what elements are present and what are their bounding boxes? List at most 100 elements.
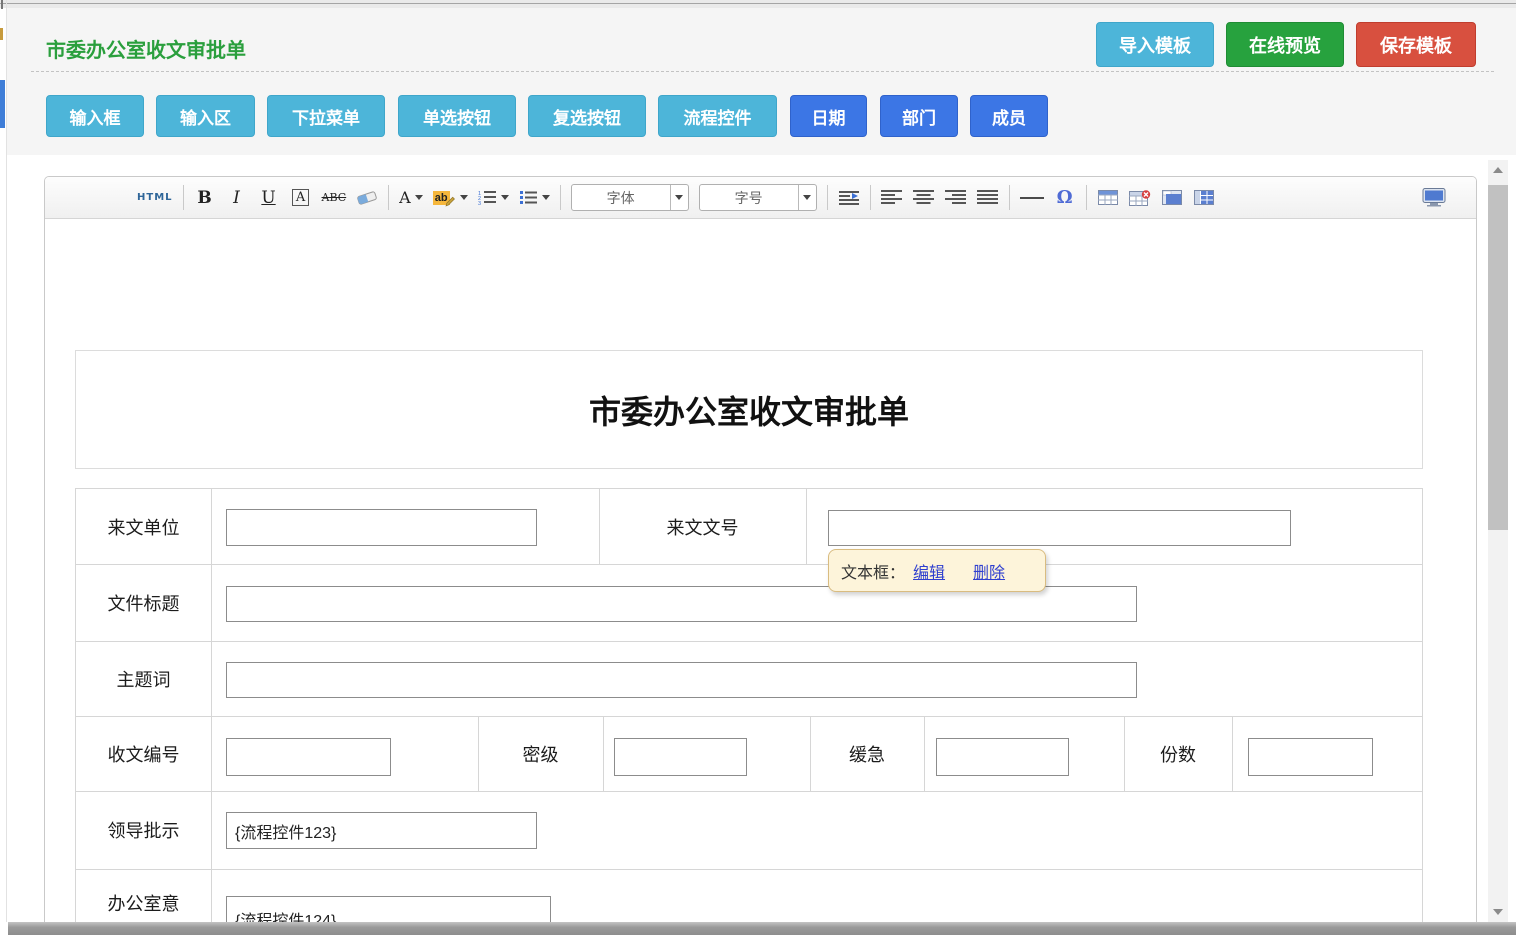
italic-button[interactable]: I [226, 184, 248, 212]
textbox-tooltip: 文本框： 编辑 删除 [828, 549, 1046, 592]
pencil-icon [445, 196, 456, 207]
table-cell-properties-icon [1162, 190, 1182, 205]
font-family-select[interactable]: 字体 [571, 184, 689, 211]
field-label-leader-comments: 领导批示 [76, 791, 211, 869]
table-border-line [603, 716, 604, 791]
page-title: 市委办公室收文审批单 [46, 34, 246, 63]
tooltip-delete-link[interactable]: 删除 [973, 559, 1005, 583]
toolbar-separator [1086, 185, 1087, 210]
widget-button-radio[interactable]: 单选按钮 [398, 95, 516, 137]
bold-button[interactable]: B [194, 184, 216, 212]
chevron-down-icon [798, 185, 816, 210]
field-label-urgency: 缓急 [810, 716, 924, 791]
chevron-down-icon [670, 185, 688, 210]
delete-table-icon [1129, 190, 1151, 206]
field-label-security-level: 密级 [478, 716, 603, 791]
fullscreen-button[interactable] [1422, 184, 1446, 212]
strikethrough-button[interactable]: ABC [322, 184, 347, 212]
input-urgency[interactable] [936, 738, 1069, 776]
field-label-receipt-number: 收文编号 [76, 716, 211, 791]
ordered-list-button[interactable]: 1 2 3 [478, 184, 509, 212]
widget-button-checkbox[interactable]: 复选按钮 [528, 95, 646, 137]
toolbar-separator [827, 185, 828, 210]
unordered-list-button[interactable] [519, 184, 550, 212]
unordered-list-icon [519, 190, 538, 205]
toolbar-separator [1009, 185, 1010, 210]
table-properties-button[interactable] [1193, 184, 1215, 212]
table-border-line [76, 641, 1422, 642]
input-leader-comments[interactable] [226, 812, 537, 849]
input-incoming-unit[interactable] [226, 509, 537, 546]
special-character-button[interactable]: Ω [1054, 184, 1076, 212]
widget-button-department[interactable]: 部门 [880, 95, 958, 137]
toolbar-separator [870, 185, 871, 210]
toolbar-separator [560, 185, 561, 210]
align-justify-icon [977, 190, 998, 205]
rich-text-editor: HTML B I U A ABC A ab [44, 176, 1477, 935]
widget-button-input-box[interactable]: 输入框 [46, 95, 144, 137]
widget-button-date[interactable]: 日期 [790, 95, 867, 137]
chevron-down-icon [415, 195, 423, 200]
table-cell-properties-button[interactable] [1161, 184, 1183, 212]
edge-artifact [0, 80, 5, 128]
table-border-line [76, 564, 1422, 565]
widget-button-flow-control[interactable]: 流程控件 [658, 95, 777, 137]
vertical-scrollbar[interactable] [1488, 160, 1508, 922]
align-justify-button[interactable] [977, 184, 999, 212]
table-properties-icon [1194, 190, 1214, 205]
delete-table-button[interactable] [1129, 184, 1151, 212]
scrollbar-thumb[interactable] [1488, 185, 1508, 530]
widget-button-input-area[interactable]: 输入区 [156, 95, 255, 137]
eraser-button[interactable] [356, 184, 378, 212]
fullscreen-monitor-icon [1422, 188, 1446, 207]
input-security-level[interactable] [614, 738, 747, 776]
document-title-box: 市委办公室收文审批单 [75, 350, 1423, 469]
toolbar-separator [183, 185, 184, 210]
window-bottom-edge [8, 922, 1516, 935]
edge-artifact [0, 28, 3, 40]
header: 市委办公室收文审批单 导入模板 在线预览 保存模板 输入框 输入区 下拉菜单 单… [7, 8, 1516, 155]
tooltip-label: 文本框： [841, 559, 905, 583]
toolbar-separator [388, 185, 389, 210]
online-preview-button[interactable]: 在线预览 [1226, 22, 1344, 67]
table-border-line [211, 489, 212, 935]
form-title: 市委办公室收文审批单 [589, 387, 909, 433]
html-source-button[interactable]: HTML [137, 184, 173, 212]
field-label-subject-words: 主题词 [76, 641, 211, 716]
eraser-icon [356, 190, 378, 206]
input-copies[interactable] [1248, 738, 1373, 776]
save-template-button[interactable]: 保存模板 [1356, 22, 1476, 67]
highlight-button[interactable]: ab [433, 184, 468, 212]
field-label-incoming-number: 来文文号 [599, 489, 806, 564]
chevron-down-icon [460, 195, 468, 200]
insert-table-icon [1098, 190, 1118, 205]
input-receipt-number[interactable] [226, 738, 391, 776]
scroll-down-button[interactable] [1488, 902, 1508, 922]
field-label-copies: 份数 [1124, 716, 1232, 791]
import-template-button[interactable]: 导入模板 [1096, 22, 1214, 67]
align-center-button[interactable] [913, 184, 935, 212]
align-center-icon [913, 190, 934, 205]
table-border-line [924, 716, 925, 791]
tooltip-edit-link[interactable]: 编辑 [913, 559, 945, 583]
input-subject-words[interactable] [226, 662, 1137, 698]
arrow-down-icon [1493, 909, 1503, 915]
indent-button[interactable] [838, 184, 860, 212]
font-color-icon: A [399, 188, 411, 207]
align-left-button[interactable] [881, 184, 903, 212]
horizontal-rule-button[interactable] [1020, 184, 1044, 212]
align-right-button[interactable] [945, 184, 967, 212]
form-table: 来文单位 来文文号 文件标题 主题词 收文编号 密级 缓急 份数 领导批示 办公… [75, 488, 1423, 935]
widget-button-dropdown[interactable]: 下拉菜单 [267, 95, 385, 137]
font-color-button[interactable]: A [399, 184, 423, 212]
window-top-edge-line [0, 3, 1516, 4]
field-label-document-title: 文件标题 [76, 564, 211, 641]
input-incoming-number[interactable] [828, 510, 1291, 546]
widget-button-member[interactable]: 成员 [970, 95, 1048, 137]
font-size-select[interactable]: 字号 [699, 184, 817, 211]
align-right-icon [945, 190, 966, 205]
insert-table-button[interactable] [1097, 184, 1119, 212]
scroll-up-button[interactable] [1488, 160, 1508, 180]
styled-text-button[interactable]: A [292, 189, 309, 206]
underline-button[interactable]: U [258, 184, 280, 212]
